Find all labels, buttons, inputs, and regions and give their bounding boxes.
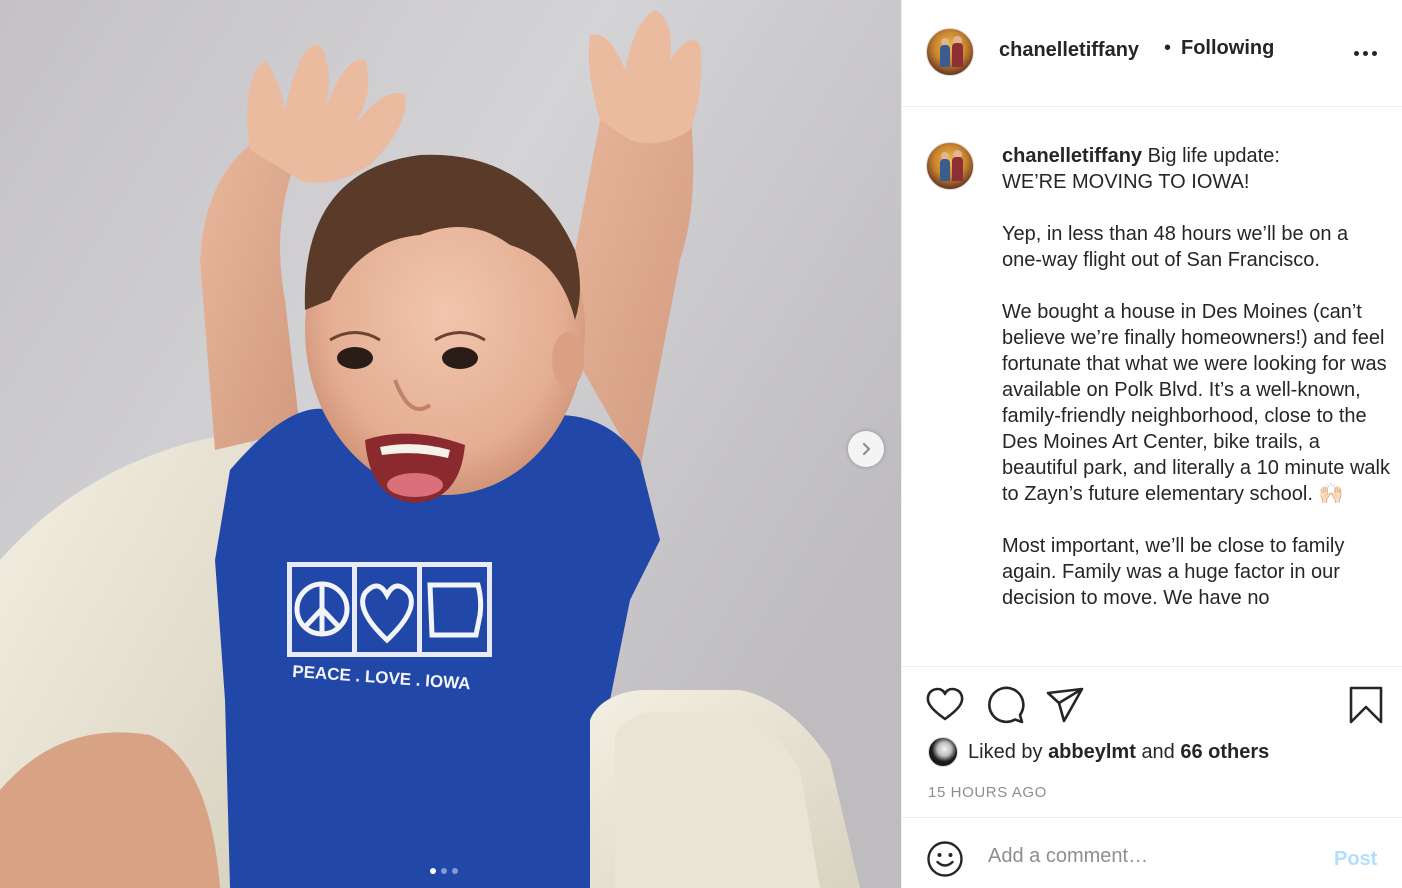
post-side-panel: chanelletiffany • Following chanelletiff… xyxy=(901,0,1402,888)
caption-username[interactable]: chanelletiffany xyxy=(1002,145,1142,167)
comment-bar: Post xyxy=(902,817,1402,888)
carousel-dot xyxy=(441,868,447,874)
author-username[interactable]: chanelletiffany xyxy=(999,39,1139,62)
following-button[interactable]: Following xyxy=(1181,37,1274,60)
liker-avatar[interactable] xyxy=(928,737,958,767)
caption-text: Big life update: WE’RE MOVING TO IOWA! Y… xyxy=(1002,145,1390,609)
more-options-icon[interactable] xyxy=(1354,44,1382,62)
post-timestamp[interactable]: 15 HOURS AGO xyxy=(928,784,1047,801)
comment-icon[interactable] xyxy=(985,685,1025,725)
likes-others-link[interactable]: 66 others xyxy=(1180,741,1269,763)
next-photo-button[interactable] xyxy=(848,431,884,467)
carousel-indicator xyxy=(430,868,458,874)
caption-author-avatar[interactable] xyxy=(926,142,974,190)
paper-plane-icon[interactable] xyxy=(1045,685,1085,725)
caption-section: chanelletiffany Big life update: WE’RE M… xyxy=(902,108,1402,666)
carousel-dot-active xyxy=(430,868,436,874)
liker-username[interactable]: abbeylmt xyxy=(1048,741,1136,763)
post-caption: chanelletiffany Big life update: WE’RE M… xyxy=(1002,143,1392,611)
carousel-dot xyxy=(452,868,458,874)
post-actions: Liked by abbeylmt and 66 others 15 HOURS… xyxy=(902,666,1402,817)
post-comment-button[interactable]: Post xyxy=(1334,848,1377,871)
likes-text: Liked by abbeylmt and 66 others xyxy=(968,741,1269,764)
comment-input[interactable] xyxy=(988,840,1308,872)
likes-conjunction: and xyxy=(1141,740,1175,763)
smiley-icon[interactable] xyxy=(926,840,964,878)
heart-icon[interactable] xyxy=(925,685,965,725)
post-photo[interactable]: PEACE . LOVE . IOWA xyxy=(0,0,901,888)
bookmark-icon[interactable] xyxy=(1348,685,1384,725)
header-separator: • xyxy=(1164,37,1172,59)
post-header: chanelletiffany • Following xyxy=(902,0,1402,107)
likes-prefix: Liked by xyxy=(968,740,1043,763)
baby-photo-illustration: PEACE . LOVE . IOWA xyxy=(0,0,901,888)
author-avatar[interactable] xyxy=(926,28,974,76)
likes-summary: Liked by abbeylmt and 66 others xyxy=(928,737,1269,767)
chevron-right-icon xyxy=(862,442,871,456)
